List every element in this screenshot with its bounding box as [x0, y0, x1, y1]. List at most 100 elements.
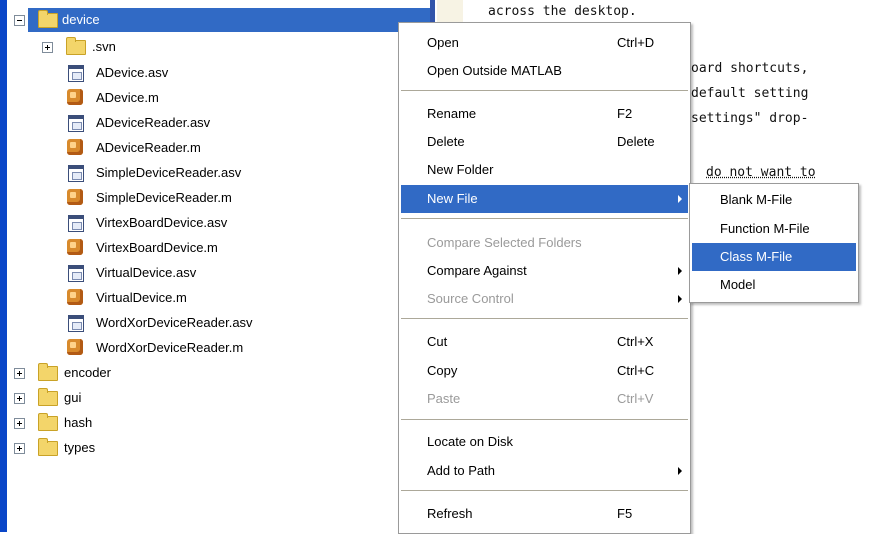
tree-item-svn[interactable]: .svn — [40, 35, 420, 59]
m-file-icon — [67, 139, 83, 155]
asv-file-icon — [68, 165, 84, 182]
expand-icon[interactable] — [42, 42, 53, 53]
menu-separator — [401, 90, 688, 91]
tree-item-types[interactable]: types — [14, 436, 394, 460]
tree-item-file[interactable]: ADeviceReader.asv — [66, 111, 396, 135]
tree-item-label: SimpleDeviceReader.asv — [96, 165, 242, 180]
menu-item-locate-on-disk[interactable]: Locate on Disk — [401, 428, 688, 456]
folder-icon — [38, 413, 58, 431]
tree-item-label: gui — [64, 390, 82, 405]
menu-item-paste: Paste Ctrl+V — [401, 385, 688, 413]
collapse-icon[interactable] — [14, 15, 25, 26]
submenu-arrow-icon — [678, 295, 682, 303]
expand-icon[interactable] — [14, 393, 25, 404]
tree-left-edge — [0, 0, 7, 532]
menu-item-source-control: Source Control — [401, 285, 688, 313]
folder-icon — [38, 363, 58, 381]
tree-item-device[interactable]: device — [28, 8, 430, 32]
tree-item-file[interactable]: ADevice.m — [66, 86, 396, 110]
menu-item-label: Cut — [427, 334, 448, 349]
menu-item-cut[interactable]: Cut Ctrl+X — [401, 328, 688, 356]
tree-item-label: ADevice.m — [96, 90, 159, 105]
tree-item-label: SimpleDeviceReader.m — [96, 190, 232, 205]
submenu-item-model[interactable]: Model — [692, 271, 856, 299]
tree-item-label: VirtualDevice.asv — [96, 265, 197, 280]
tree-item-label: device — [62, 12, 100, 27]
menu-item-copy[interactable]: Copy Ctrl+C — [401, 357, 688, 385]
menu-item-label: Locate on Disk — [427, 434, 513, 449]
editor-line: oard shortcuts, — [691, 61, 809, 76]
menu-item-label: Source Control — [427, 291, 514, 306]
menu-item-shortcut: Delete — [617, 134, 655, 149]
tree-item-label: hash — [64, 415, 93, 430]
menu-item-shortcut: Ctrl+C — [617, 363, 655, 378]
submenu-arrow-icon — [678, 195, 682, 203]
tree-item-encoder[interactable]: encoder — [14, 361, 394, 385]
submenu-arrow-icon — [678, 267, 682, 275]
tree-item-hash[interactable]: hash — [14, 411, 394, 435]
asv-file-icon — [68, 315, 84, 332]
menu-item-new-folder[interactable]: New Folder — [401, 156, 688, 184]
submenu-item-label: Function M-File — [720, 221, 810, 236]
menu-item-add-to-path[interactable]: Add to Path — [401, 457, 688, 485]
editor-line: across the desktop. — [488, 4, 637, 19]
folder-open-icon — [38, 10, 58, 28]
tree-item-file[interactable]: ADevice.asv — [66, 61, 396, 85]
submenu-item-class-m-file[interactable]: Class M-File — [692, 243, 856, 271]
tree-item-file[interactable]: VirtualDevice.asv — [66, 261, 396, 285]
tree-item-file[interactable]: VirtualDevice.m — [66, 286, 396, 310]
menu-item-open-outside-matlab[interactable]: Open Outside MATLAB — [401, 57, 688, 85]
tree-item-file[interactable]: SimpleDeviceReader.m — [66, 186, 396, 210]
m-file-icon — [67, 289, 83, 305]
tree-item-label: ADevice.asv — [96, 65, 169, 80]
tree-item-label: encoder — [64, 365, 111, 380]
menu-item-shortcut: F2 — [617, 106, 633, 121]
m-file-icon — [67, 89, 83, 105]
menu-separator — [401, 419, 688, 420]
menu-item-label: Delete — [427, 134, 465, 149]
menu-item-shortcut: Ctrl+D — [617, 35, 655, 50]
menu-item-label: New File — [427, 191, 478, 206]
submenu-item-label: Class M-File — [720, 249, 793, 264]
menu-separator — [401, 218, 688, 219]
menu-item-open[interactable]: Open Ctrl+D — [401, 29, 688, 57]
submenu-item-function-m-file[interactable]: Function M-File — [692, 215, 856, 243]
expand-icon[interactable] — [14, 418, 25, 429]
tree-item-file[interactable]: SimpleDeviceReader.asv — [66, 161, 396, 185]
panel-divider[interactable] — [430, 0, 435, 22]
editor-gutter — [437, 0, 463, 22]
tree-item-gui[interactable]: gui — [14, 386, 394, 410]
menu-separator — [401, 318, 688, 319]
menu-item-refresh[interactable]: Refresh F5 — [401, 500, 688, 528]
tree-item-label: VirtualDevice.m — [96, 290, 187, 305]
tree-item-file[interactable]: VirtexBoardDevice.m — [66, 236, 396, 260]
tree-item-label: WordXorDeviceReader.m — [96, 340, 244, 355]
menu-item-label: Compare Selected Folders — [427, 235, 582, 250]
tree-item-label: VirtexBoardDevice.asv — [96, 215, 228, 230]
submenu-item-label: Model — [720, 277, 756, 292]
tree-item-file[interactable]: VirtexBoardDevice.asv — [66, 211, 396, 235]
menu-item-label: Open Outside MATLAB — [427, 63, 562, 78]
asv-file-icon — [68, 115, 84, 132]
expand-icon[interactable] — [14, 368, 25, 379]
tree-item-label: types — [64, 440, 96, 455]
file-tree[interactable]: device .svn ADevice.asv ADevice.m ADevic… — [0, 0, 430, 532]
menu-separator — [401, 490, 688, 491]
submenu-arrow-icon — [678, 467, 682, 475]
tree-item-file[interactable]: WordXorDeviceReader.m — [66, 336, 396, 360]
new-file-submenu: Blank M-File Function M-File Class M-Fil… — [689, 183, 859, 303]
asv-file-icon — [68, 65, 84, 82]
menu-item-delete[interactable]: Delete Delete — [401, 128, 688, 156]
context-menu: Open Ctrl+D Open Outside MATLAB Rename F… — [398, 22, 691, 534]
menu-item-new-file[interactable]: New File — [401, 185, 688, 213]
expand-icon[interactable] — [14, 443, 25, 454]
m-file-icon — [67, 189, 83, 205]
submenu-item-blank-m-file[interactable]: Blank M-File — [692, 186, 856, 214]
menu-item-compare-against[interactable]: Compare Against — [401, 257, 688, 285]
menu-item-label: Refresh — [427, 506, 473, 521]
m-file-icon — [67, 239, 83, 255]
menu-item-rename[interactable]: Rename F2 — [401, 100, 688, 128]
tree-item-file[interactable]: WordXorDeviceReader.asv — [66, 311, 396, 335]
tree-item-file[interactable]: ADeviceReader.m — [66, 136, 396, 160]
folder-icon — [38, 388, 58, 406]
